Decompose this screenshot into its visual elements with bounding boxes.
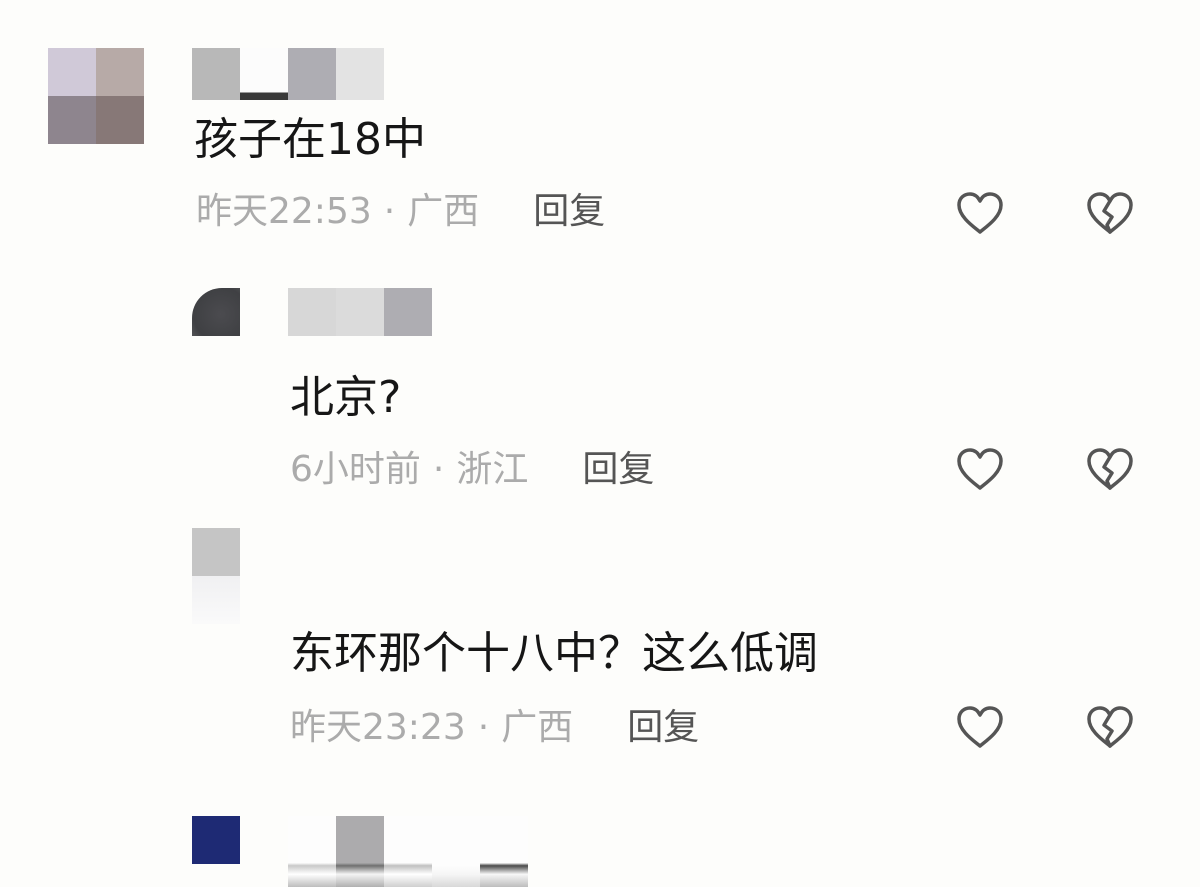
avatar[interactable]: [192, 816, 240, 864]
comment-text: 孩子在18中: [194, 114, 426, 165]
comment-meta: 6小时前 · 浙江 回复: [290, 446, 654, 494]
like-button[interactable]: [952, 700, 1008, 756]
username-mosaic[interactable]: [288, 816, 528, 887]
heart-outline-icon: [957, 192, 1003, 234]
comment-time: 昨天22:53: [196, 191, 372, 232]
reply-button[interactable]: 回复: [627, 704, 699, 752]
avatar[interactable]: [48, 48, 144, 144]
reply-button[interactable]: 回复: [533, 188, 605, 236]
broken-heart-icon: [1087, 192, 1133, 234]
dislike-button[interactable]: [1082, 700, 1138, 756]
comment-location: 浙江: [456, 449, 529, 490]
comment-text: 北京?: [290, 372, 402, 423]
username-mosaic[interactable]: [288, 288, 432, 336]
comment-time: 昨天23:23: [290, 707, 466, 748]
heart-outline-icon: [957, 448, 1003, 490]
heart-outline-icon: [957, 706, 1003, 748]
like-button[interactable]: [952, 442, 1008, 498]
avatar[interactable]: [192, 528, 240, 624]
comment-meta: 昨天23:23 · 广西 回复: [290, 704, 699, 752]
comment-meta: 昨天22:53 · 广西 回复: [196, 188, 605, 236]
dislike-button[interactable]: [1082, 442, 1138, 498]
comment-location: 广西: [501, 707, 574, 748]
broken-heart-icon: [1087, 706, 1133, 748]
meta-separator: ·: [432, 449, 445, 490]
comment-text: 东环那个十八中？这么低调: [290, 628, 818, 679]
like-button[interactable]: [952, 186, 1008, 242]
broken-heart-icon: [1087, 448, 1133, 490]
avatar[interactable]: [192, 288, 240, 336]
username-mosaic[interactable]: [192, 48, 384, 100]
comment-time: 6小时前: [290, 449, 421, 490]
comment-location: 广西: [407, 191, 480, 232]
meta-separator: ·: [383, 191, 396, 232]
reply-button[interactable]: 回复: [582, 446, 654, 494]
dislike-button[interactable]: [1082, 186, 1138, 242]
meta-separator: ·: [477, 707, 490, 748]
